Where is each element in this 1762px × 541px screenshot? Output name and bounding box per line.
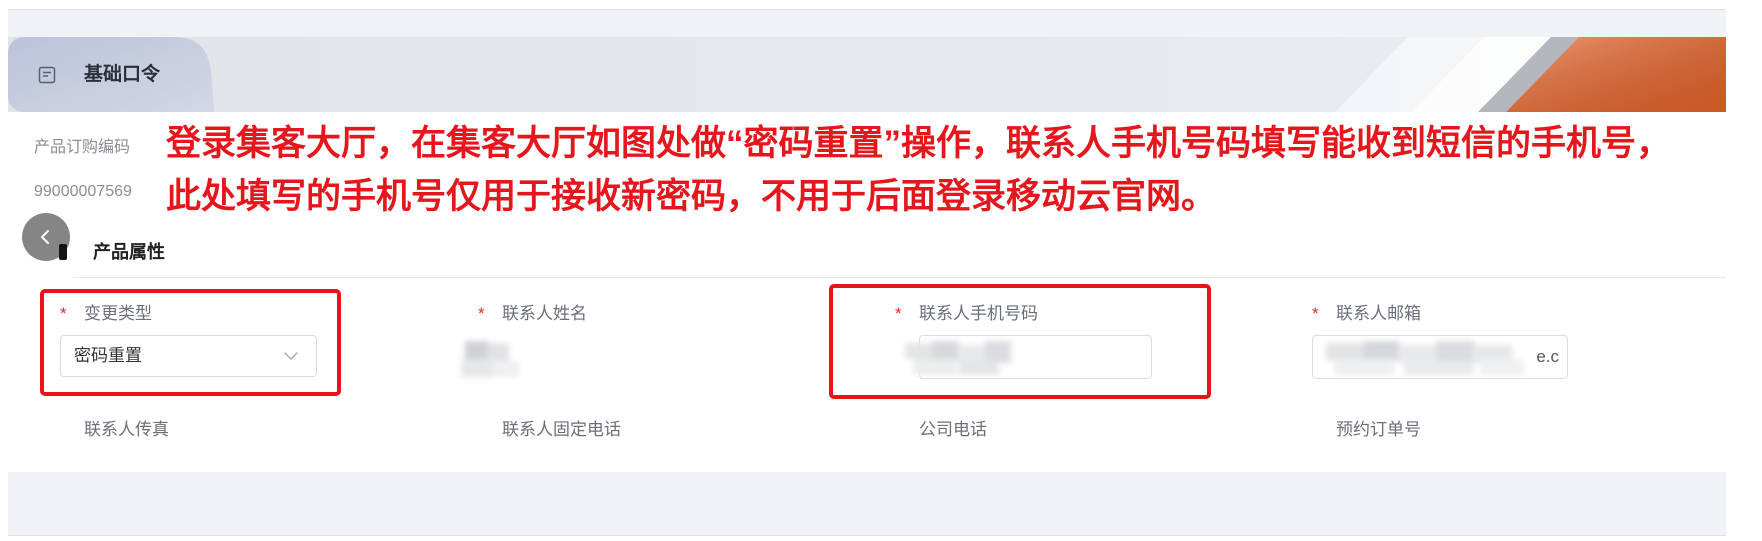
highlight-box-contact-mobile [829, 284, 1211, 399]
contact-name-value-blurred [459, 337, 531, 381]
booking-order-number-label: 预约订单号 [1336, 420, 1421, 439]
chevron-left-icon [41, 230, 49, 244]
section-title: 产品属性 [93, 242, 165, 262]
header-banner [8, 37, 1726, 112]
document-icon [37, 65, 57, 85]
bottom-divider [8, 535, 1726, 536]
highlight-box-change-type [40, 289, 341, 396]
annotation-line-2: 此处填写的手机号仅用于接收新密码，不用于后面登录移动云官网。 [166, 177, 1217, 216]
contact-fax-label: 联系人传真 [84, 420, 169, 439]
section-marker [59, 244, 67, 260]
required-mark: * [1312, 304, 1319, 323]
order-code-label: 产品订购编码 [34, 139, 131, 156]
required-mark: * [478, 304, 485, 323]
top-divider [8, 9, 1726, 10]
tab-label: 基础口令 [84, 64, 161, 85]
instruction-annotation: 登录集客大厅，在集客大厅如图处做“密码重置”操作，联系人手机号码填写能收到短信的… [166, 117, 1756, 223]
company-phone-label: 公司电话 [919, 420, 987, 439]
contact-email-value-blurred [1324, 337, 1530, 379]
contact-email-label: 联系人邮箱 [1336, 304, 1421, 323]
section-divider [73, 277, 1726, 278]
contact-landline-label: 联系人固定电话 [502, 420, 621, 439]
contact-email-visible-text: e.c [1536, 347, 1559, 366]
contact-name-label: 联系人姓名 [502, 304, 587, 323]
annotation-line-1: 登录集客大厅，在集客大厅如图处做“密码重置”操作，联系人手机号码填写能收到短信的… [166, 124, 1672, 163]
order-code-value: 99000007569 [34, 183, 132, 200]
